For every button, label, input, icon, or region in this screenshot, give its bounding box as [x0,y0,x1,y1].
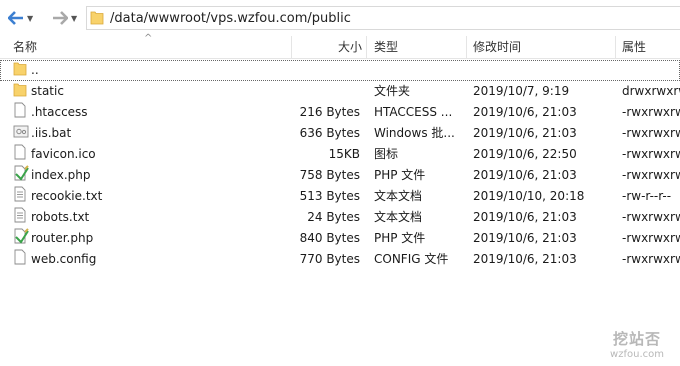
column-header-name[interactable]: 名称 [13,36,37,58]
file-modified: 2019/10/6, 21:03 [473,168,577,182]
forward-arrow-icon [52,11,68,25]
file-list: .. static 文件夹 2019/10/7, 9:19 drwxrwxrw … [0,60,680,270]
folder-icon [13,60,29,81]
address-bar[interactable]: /data/wwwroot/vps.wzfou.com/public [86,6,680,30]
file-icon [13,144,29,165]
column-divider[interactable] [466,36,467,58]
file-name: favicon.ico [31,147,96,161]
file-row[interactable]: .htaccess 216 Bytes HTACCESS ... 2019/10… [0,102,680,123]
file-type: 文本文档 [374,210,423,224]
file-modified: 2019/10/6, 21:03 [473,210,577,224]
file-size: 770 Bytes [299,252,360,266]
file-name: recookie.txt [31,189,103,203]
file-row[interactable]: robots.txt 24 Bytes 文本文档 2019/10/6, 21:0… [0,207,680,228]
file-name: .htaccess [31,105,88,119]
file-attributes: -rw-r--r-- [622,189,672,203]
file-row[interactable]: recookie.txt 513 Bytes 文本文档 2019/10/10, … [0,186,680,207]
file-attributes: -rwxrwxrw [622,147,680,161]
file-size: 216 Bytes [299,105,360,119]
php-file-icon [13,165,29,186]
file-type: 文件夹 [374,84,411,98]
file-type: Windows 批... [374,126,455,140]
file-modified: 2019/10/6, 21:03 [473,126,577,140]
file-name: web.config [31,252,97,266]
file-type: 图标 [374,147,399,161]
file-size: 24 Bytes [307,210,360,224]
column-header-type[interactable]: 类型 [374,36,398,58]
file-name: static [31,84,64,98]
file-attributes: -rwxrwxrw [622,252,680,266]
back-button[interactable]: ▼ [8,8,33,28]
column-header-attributes[interactable]: 属性 [622,36,646,58]
file-modified: 2019/10/7, 9:19 [473,84,570,98]
file-modified: 2019/10/10, 20:18 [473,189,585,203]
watermark-brand: 挖站否 [613,330,662,348]
watermark-url: wzfou.com [610,349,664,360]
forward-button[interactable]: ▼ [52,8,77,28]
file-modified: 2019/10/6, 21:03 [473,105,577,119]
address-path[interactable]: /data/wwwroot/vps.wzfou.com/public [110,11,351,26]
file-name: robots.txt [31,210,90,224]
file-modified: 2019/10/6, 21:03 [473,231,577,245]
text-file-icon [13,186,29,207]
file-attributes: -rwxrwxrw [622,105,680,119]
watermark: 挖站否 wzfou.com [610,328,664,360]
file-modified: 2019/10/6, 21:03 [473,252,577,266]
text-file-icon [13,207,29,228]
file-row[interactable]: index.php 758 Bytes PHP 文件 2019/10/6, 21… [0,165,680,186]
file-type: 文本文档 [374,189,423,203]
file-row[interactable]: static 文件夹 2019/10/7, 9:19 drwxrwxrw [0,81,680,102]
file-attributes: -rwxrwxrw [622,231,680,245]
file-icon [13,102,29,123]
column-header-size[interactable]: 大小 [338,36,362,58]
folder-icon [90,9,104,28]
file-name: router.php [31,231,94,245]
file-type: CONFIG 文件 [374,252,449,266]
file-name: .iis.bat [31,126,72,140]
chevron-down-icon[interactable]: ▼ [27,14,33,23]
file-attributes: drwxrwxrw [622,84,680,98]
file-row[interactable]: web.config 770 Bytes CONFIG 文件 2019/10/6… [0,249,680,270]
file-size: 840 Bytes [299,231,360,245]
chevron-down-icon[interactable]: ▼ [71,14,77,23]
file-name: index.php [31,168,91,182]
column-header-modified[interactable]: 修改时间 [473,36,521,58]
php-file-icon [13,228,29,249]
toolbar: ▼ ▼ /data/wwwroot/vps.wzfou.com/public [0,0,680,37]
file-attributes: -rwxrwxrw [622,126,680,140]
column-divider[interactable] [615,36,616,58]
file-icon [13,249,29,270]
file-type: PHP 文件 [374,231,426,245]
file-row[interactable]: .iis.bat 636 Bytes Windows 批... 2019/10/… [0,123,680,144]
file-row[interactable]: favicon.ico 15KB 图标 2019/10/6, 22:50 -rw… [0,144,680,165]
folder-icon [13,81,29,102]
file-size: 758 Bytes [299,168,360,182]
file-row-parent[interactable]: .. [0,60,680,81]
file-size: 513 Bytes [299,189,360,203]
column-divider[interactable] [366,36,367,58]
file-name: .. [31,63,39,77]
file-type: PHP 文件 [374,168,426,182]
back-arrow-icon [8,11,24,25]
file-type: HTACCESS ... [374,105,453,119]
file-size: 636 Bytes [299,126,360,140]
file-row[interactable]: router.php 840 Bytes PHP 文件 2019/10/6, 2… [0,228,680,249]
file-attributes: -rwxrwxrw [622,210,680,224]
batch-file-icon [13,123,29,144]
column-divider[interactable] [291,36,292,58]
file-modified: 2019/10/6, 22:50 [473,147,577,161]
sort-ascending-icon: ^ [144,33,153,44]
column-header-row: ^ 名称 大小 类型 修改时间 属性 [0,33,680,59]
file-attributes: -rwxrwxrw [622,168,680,182]
file-size: 15KB [328,147,360,161]
